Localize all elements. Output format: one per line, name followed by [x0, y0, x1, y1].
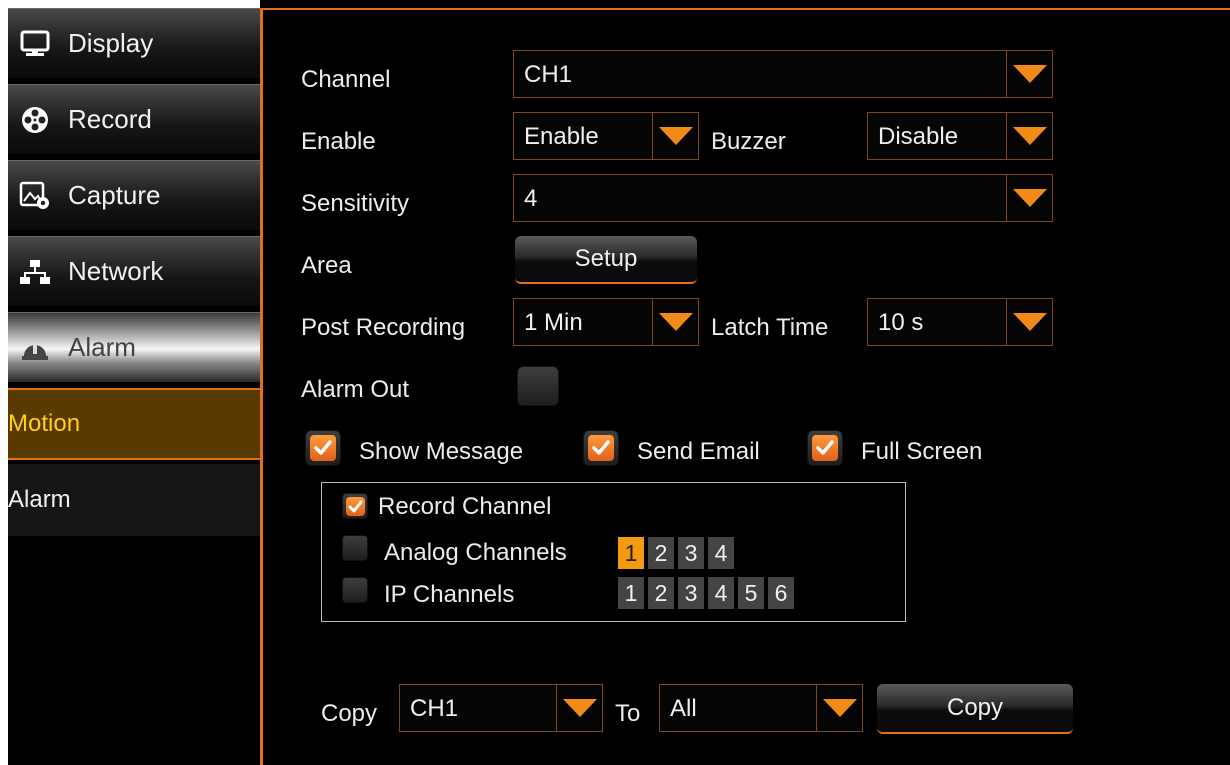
alarm-out-checkbox[interactable]: [517, 366, 559, 406]
sensitivity-label: Sensitivity: [301, 190, 410, 217]
record-channel-label: Record Channel: [378, 493, 552, 520]
motion-settings-panel: Channel CH1 Enable Enable Buzzer Disable…: [260, 8, 1230, 765]
monitor-icon: [18, 27, 52, 61]
ip-channel-3[interactable]: 3: [678, 577, 704, 609]
sidebar-item-label: Display: [68, 28, 154, 58]
area-setup-button[interactable]: Setup: [515, 236, 697, 284]
left-edge: [0, 0, 8, 765]
area-label: Area: [301, 252, 352, 279]
sensitivity-value: 4: [524, 185, 538, 212]
copy-label: Copy: [321, 700, 378, 727]
sidebar-item-label: Capture: [68, 180, 161, 210]
ip-channel-5[interactable]: 5: [738, 577, 764, 609]
checkmark-icon: [812, 435, 838, 461]
checkmark-icon: [346, 497, 365, 516]
latch-time-label: Latch Time: [711, 314, 829, 341]
sidebar: Display Record Capture Network Alarm Mot…: [8, 8, 260, 765]
dropdown-arrow-icon: [652, 113, 698, 159]
analog-channel-4[interactable]: 4: [708, 537, 734, 569]
sidebar-item-label: Alarm: [68, 332, 136, 362]
dropdown-arrow-icon: [816, 685, 862, 731]
sidebar-item-capture[interactable]: Capture: [8, 160, 260, 232]
sensitivity-select[interactable]: 4: [513, 174, 1053, 222]
sidebar-item-display[interactable]: Display: [8, 8, 260, 80]
analog-channel-1[interactable]: 1: [618, 537, 644, 569]
post-recording-value: 1 Min: [524, 309, 583, 336]
sidebar-item-label: Network: [68, 256, 164, 286]
enable-value: Enable: [524, 123, 599, 150]
send-email-checkbox[interactable]: [583, 430, 619, 466]
buzzer-value: Disable: [878, 123, 959, 150]
post-recording-select[interactable]: 1 Min: [513, 298, 699, 346]
copy-to-select[interactable]: All: [659, 684, 863, 732]
alarm-bell-icon: [18, 331, 52, 365]
dropdown-arrow-icon: [1006, 51, 1052, 97]
sidebar-item-label: Record: [68, 104, 152, 134]
show-message-label: Show Message: [359, 438, 524, 465]
ip-channel-1[interactable]: 1: [618, 577, 644, 609]
full-screen-label: Full Screen: [861, 438, 983, 465]
analog-channel-2[interactable]: 2: [648, 537, 674, 569]
sidebar-item-record[interactable]: Record: [8, 84, 260, 156]
enable-select[interactable]: Enable: [513, 112, 699, 160]
submenu-item-label: Motion: [8, 410, 81, 437]
sidebar-item-network[interactable]: Network: [8, 236, 260, 308]
submenu-item-label: Alarm: [8, 486, 71, 513]
ip-channel-6[interactable]: 6: [768, 577, 794, 609]
top-edge: [8, 0, 260, 8]
network-icon: [18, 255, 52, 289]
copy-from-select[interactable]: CH1: [399, 684, 603, 732]
checkmark-icon: [310, 435, 336, 461]
dropdown-arrow-icon: [1006, 299, 1052, 345]
copy-to-value: All: [670, 695, 697, 722]
copy-to-label: To: [615, 700, 641, 727]
checkmark-icon: [588, 435, 614, 461]
copy-from-value: CH1: [410, 695, 459, 722]
channel-value: CH1: [524, 61, 573, 88]
channel-label: Channel: [301, 66, 391, 93]
dropdown-arrow-icon: [1006, 175, 1052, 221]
submenu-item-motion[interactable]: Motion: [8, 388, 260, 460]
analog-channel-3[interactable]: 3: [678, 537, 704, 569]
analog-channels-label: Analog Channels: [384, 539, 567, 566]
buzzer-label: Buzzer: [711, 128, 786, 155]
post-recording-label: Post Recording: [301, 314, 466, 341]
ip-channel-4[interactable]: 4: [708, 577, 734, 609]
image-gear-icon: [18, 179, 52, 213]
latch-time-value: 10 s: [878, 309, 924, 336]
ip-channels-checkbox[interactable]: [342, 577, 368, 603]
latch-time-select[interactable]: 10 s: [867, 298, 1053, 346]
analog-channels-checkbox[interactable]: [342, 535, 368, 561]
dropdown-arrow-icon: [1006, 113, 1052, 159]
submenu-item-alarm[interactable]: Alarm: [8, 464, 260, 536]
show-message-checkbox[interactable]: [305, 430, 341, 466]
ip-channel-2[interactable]: 2: [648, 577, 674, 609]
dropdown-arrow-icon: [556, 685, 602, 731]
alarm-out-label: Alarm Out: [301, 376, 410, 403]
copy-button[interactable]: Copy: [877, 684, 1073, 734]
buzzer-select[interactable]: Disable: [867, 112, 1053, 160]
film-reel-icon: [18, 103, 52, 137]
record-channel-checkbox[interactable]: [342, 493, 368, 519]
full-screen-checkbox[interactable]: [807, 430, 843, 466]
record-channel-group: Record Channel Analog Channels 1 2 3 4 I…: [321, 482, 906, 622]
ip-channels-label: IP Channels: [384, 581, 515, 608]
dropdown-arrow-icon: [652, 299, 698, 345]
send-email-label: Send Email: [637, 438, 760, 465]
enable-label: Enable: [301, 128, 376, 155]
channel-select[interactable]: CH1: [513, 50, 1053, 98]
sidebar-item-alarm[interactable]: Alarm: [8, 312, 260, 384]
